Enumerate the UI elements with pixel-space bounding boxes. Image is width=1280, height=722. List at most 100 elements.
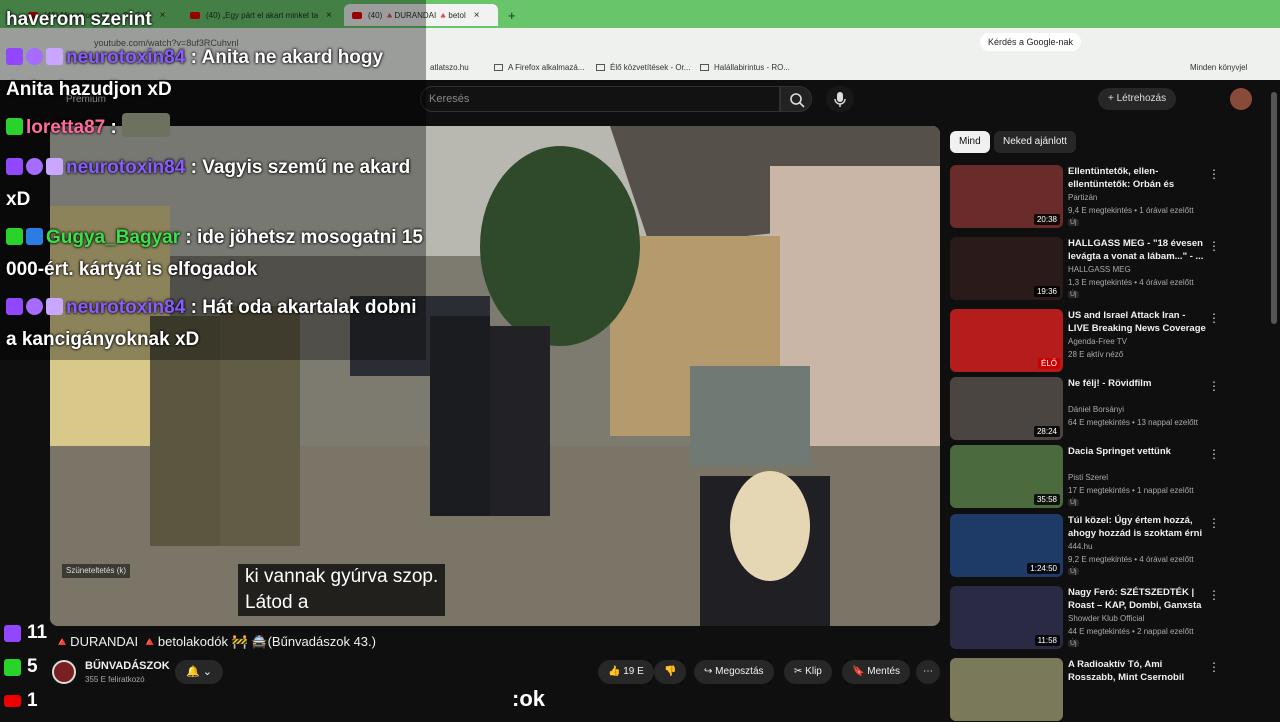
video-thumbnail[interactable]: ÉLŐ — [950, 309, 1063, 372]
video-meta: 17 E megtekintés • 1 nappal ezelőtt — [1068, 486, 1194, 495]
channel-name[interactable]: 444.hu — [1068, 542, 1092, 551]
chat-message: Gugya_Bagyar : ide jöhetsz mosogatni 15 … — [6, 222, 426, 286]
twitch-viewer-count: 11 — [4, 622, 47, 644]
scrollbar[interactable] — [1271, 92, 1277, 324]
channel-name[interactable]: HALLGASS MEG — [1068, 265, 1131, 274]
recommended-video[interactable]: 20:38 Ellentüntetők, ellen-ellentüntetők:… — [950, 165, 1270, 229]
recommended-video[interactable]: 28:24 Ne félj! - Rövidfilm Dániel Borsányi… — [950, 377, 1270, 441]
channel-avatar[interactable] — [52, 660, 76, 684]
notification-bell-button[interactable]: 🔔 ⌄ — [175, 660, 223, 684]
video-duration: 28:24 — [1033, 426, 1060, 437]
filter-chip-all[interactable]: Mind — [950, 131, 990, 153]
chat-message: neurotoxin84 : Vagyis szemű ne akard xD — [6, 152, 426, 216]
bell-icon: 🔔 — [186, 666, 200, 678]
more-options-icon[interactable]: ⋮ — [1208, 239, 1220, 253]
video-thumbnail[interactable]: 1:24:50 — [950, 514, 1063, 577]
recommended-video[interactable]: A Radioaktív Tó, Ami Rosszabb, Mint Cser… — [950, 658, 1270, 722]
channel-name[interactable]: Showder Klub Official — [1068, 614, 1144, 623]
chat-username: loretta87 — [26, 117, 106, 138]
kick-viewer-count: 5 — [4, 656, 38, 678]
microphone-icon — [834, 92, 846, 107]
video-title[interactable]: Ellentüntetők, ellen-ellentüntetők: Orbá… — [1068, 165, 1206, 191]
video-thumbnail[interactable]: 19:36 — [950, 237, 1063, 300]
star-badge-icon — [26, 48, 43, 65]
more-options-icon[interactable]: ⋮ — [1208, 311, 1220, 325]
filter-chip-recommended[interactable]: Neked ajánlott — [994, 131, 1076, 153]
new-badge: Új — [1068, 499, 1079, 506]
new-badge: Új — [1068, 568, 1079, 575]
more-options-icon[interactable]: ⋮ — [1208, 447, 1220, 461]
search-input[interactable]: Keresés — [420, 86, 780, 112]
dislike-button[interactable]: 👎 — [654, 660, 687, 684]
video-title[interactable]: Túl közel: Úgy értem hozzá, ahogy hozzád… — [1068, 514, 1206, 540]
more-options-icon[interactable]: ⋮ — [1208, 588, 1220, 602]
more-options-icon[interactable]: ⋮ — [1208, 379, 1220, 393]
account-avatar[interactable] — [1230, 88, 1252, 110]
create-button[interactable]: + Létrehozás — [1098, 88, 1177, 110]
recommended-video[interactable]: 11:58 Nagy Feró: SZÉTSZEDTÉK | Roast – KA… — [950, 586, 1270, 650]
recommended-video[interactable]: 19:36 HALLGASS MEG - "18 évesen levágta a… — [950, 237, 1270, 301]
video-title[interactable]: US and Israel Attack Iran - LIVE Breakin… — [1068, 309, 1206, 335]
youtube-viewer-count: 1 — [4, 690, 38, 712]
channel-name[interactable]: BŰNVADÁSZOK — [85, 660, 170, 672]
more-options-icon[interactable]: ⋮ — [1208, 167, 1220, 181]
close-tab-icon[interactable]: × — [474, 10, 480, 21]
bookmark-item[interactable]: A Firefox alkalmazá... — [494, 63, 584, 72]
clip-button[interactable]: ✂ Klip — [784, 660, 832, 684]
bookmark-item[interactable]: Élő közvetítések - Or... — [596, 63, 690, 72]
search-button[interactable] — [780, 86, 812, 112]
bookmark-item[interactable]: Minden könyvjel — [1190, 63, 1247, 72]
channel-name[interactable]: Dániel Borsányi — [1068, 405, 1124, 414]
video-thumbnail[interactable]: 20:38 — [950, 165, 1063, 228]
channel-name[interactable]: Partizán — [1068, 193, 1097, 202]
sub-badge-icon — [46, 298, 63, 315]
ask-google-button[interactable]: Kérdés a Google-nak — [980, 33, 1082, 51]
recommended-video[interactable]: 35:58 Dacia Springet vettünk Pisti Szerel 1… — [950, 445, 1270, 509]
video-thumbnail[interactable] — [950, 658, 1063, 721]
bookmark-label: atlatszo.hu — [430, 63, 469, 72]
bookmark-label: Halállabirintus - RO... — [714, 63, 791, 72]
more-options-icon[interactable]: ⋮ — [1208, 660, 1220, 674]
folder-icon — [596, 64, 605, 71]
video-title[interactable]: Ne félj! - Rövidfilm — [1068, 377, 1206, 390]
more-options-icon[interactable]: ⋮ — [1208, 516, 1220, 530]
video-title[interactable]: Dacia Springet vettünk — [1068, 445, 1206, 458]
youtube-icon — [4, 695, 21, 707]
chat-username: Gugya_Bagyar — [46, 227, 181, 248]
more-actions-button[interactable]: ⋯ — [916, 660, 940, 684]
count-value: 11 — [27, 622, 48, 643]
overlay-text: :ok — [512, 686, 545, 711]
bookmark-item[interactable]: atlatszo.hu — [430, 63, 469, 72]
twitch-icon — [6, 298, 23, 315]
kick-icon — [6, 228, 23, 245]
recommended-video[interactable]: ÉLŐ US and Israel Attack Iran - LIVE Brea… — [950, 309, 1270, 373]
moderator-badge-icon — [26, 228, 43, 245]
chat-message: neurotoxin84 : Hát oda akartalak dobni a… — [6, 292, 426, 356]
folder-icon — [494, 64, 503, 71]
new-badge: Új — [1068, 219, 1079, 226]
channel-name[interactable]: Agenda-Free TV — [1068, 337, 1127, 346]
bookmark-icon: 🔖 — [852, 666, 868, 677]
video-title[interactable]: Nagy Feró: SZÉTSZEDTÉK | Roast – KAP, Do… — [1068, 586, 1206, 612]
video-duration: 1:24:50 — [1027, 563, 1060, 574]
video-thumbnail[interactable]: 35:58 — [950, 445, 1063, 508]
folder-icon — [700, 64, 709, 71]
like-count: 19 E — [623, 666, 644, 677]
chat-message: loretta87 : — [6, 112, 426, 144]
subscriber-count: 355 E feliratkozó — [85, 675, 145, 684]
recommended-video[interactable]: 1:24:50 Túl közel: Úgy értem hozzá, ahogy… — [950, 514, 1270, 578]
video-title[interactable]: HALLGASS MEG - "18 évesen levágta a vona… — [1068, 237, 1206, 263]
voice-search-button[interactable] — [826, 86, 854, 112]
share-button[interactable]: ↪ Megosztás — [694, 660, 774, 684]
new-tab-button[interactable]: + — [500, 4, 524, 26]
save-button[interactable]: 🔖 Mentés — [842, 660, 911, 684]
channel-name[interactable]: Pisti Szerel — [1068, 473, 1108, 482]
video-thumbnail[interactable]: 11:58 — [950, 586, 1063, 649]
video-title[interactable]: A Radioaktív Tó, Ami Rosszabb, Mint Cser… — [1068, 658, 1206, 684]
bookmark-item[interactable]: Halállabirintus - RO... — [700, 63, 790, 72]
video-subtitle: ki vannak gyúrva szop. Látod a — [238, 564, 446, 616]
like-button[interactable]: 👍 19 E — [598, 660, 654, 684]
video-thumbnail[interactable]: 28:24 — [950, 377, 1063, 440]
twitch-icon — [6, 158, 23, 175]
video-title: 🔺DURANDAI 🔺betolakodók 🚧 🚔(Bűnvadászok 4… — [54, 634, 376, 649]
